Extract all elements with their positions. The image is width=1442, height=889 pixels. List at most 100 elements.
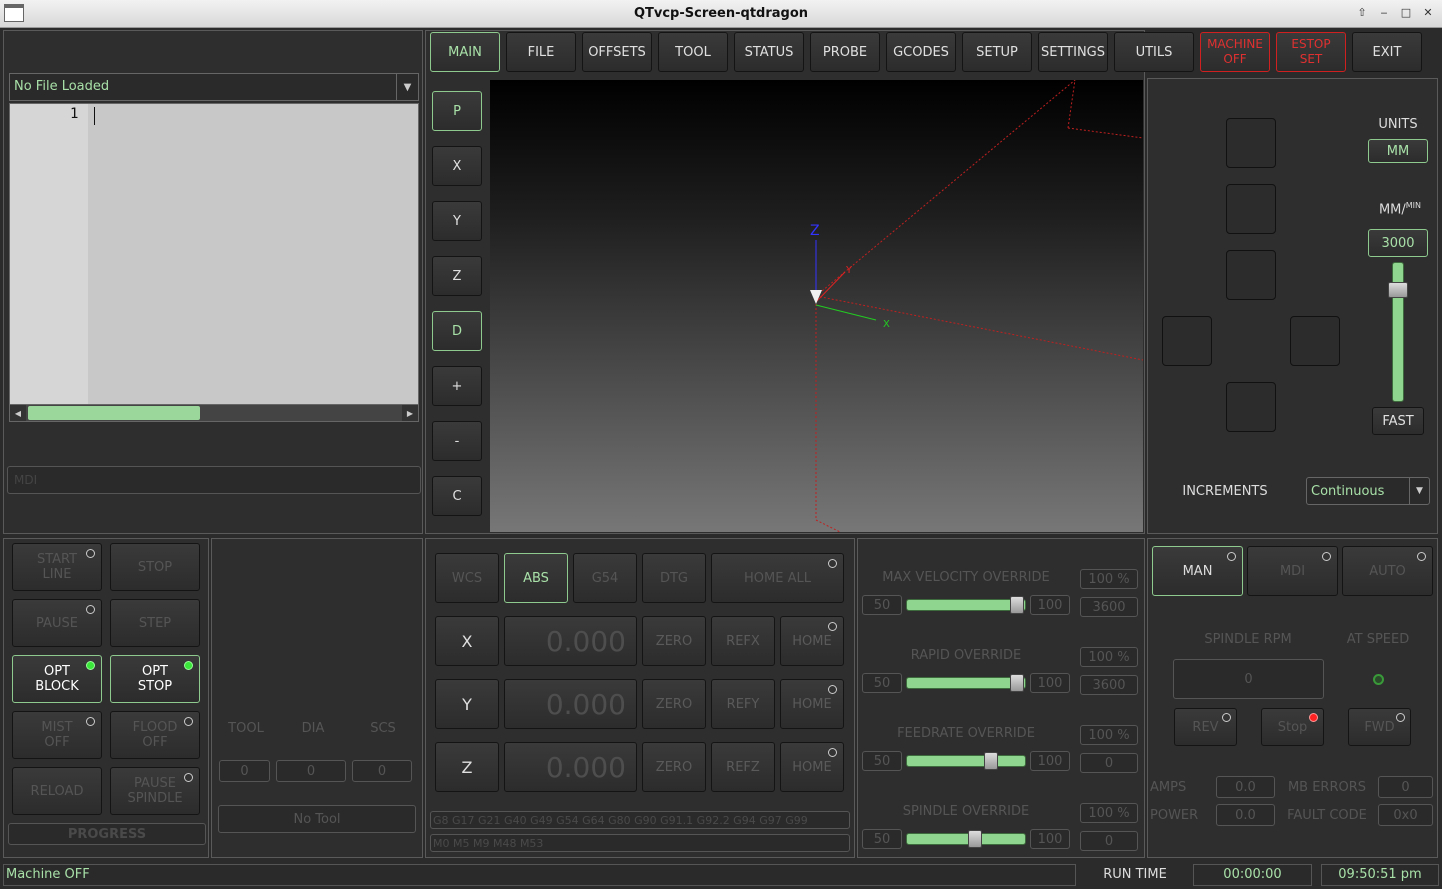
- axis-z-label: Z: [810, 223, 820, 239]
- step-button[interactable]: STEP: [110, 599, 200, 647]
- zero-y-button[interactable]: ZERO: [642, 679, 706, 729]
- jog-z-minus-button[interactable]: [1226, 250, 1276, 300]
- tab-gcodes[interactable]: GCODES: [886, 32, 956, 72]
- pause-button[interactable]: PAUSE: [12, 599, 102, 647]
- units-toggle-button[interactable]: MM: [1368, 139, 1428, 163]
- refz-button[interactable]: REFZ: [711, 742, 775, 792]
- home-all-button[interactable]: HOME ALL: [711, 553, 844, 603]
- gcode-editor[interactable]: 1: [9, 103, 419, 405]
- refx-button[interactable]: REFX: [711, 616, 775, 666]
- power-label: POWER: [1150, 808, 1199, 823]
- fast-button[interactable]: FAST: [1372, 407, 1424, 435]
- reload-button[interactable]: RELOAD: [12, 767, 102, 815]
- tab-offsets[interactable]: OFFSETS: [582, 32, 652, 72]
- file-selector[interactable]: No File Loaded ▼: [9, 73, 419, 101]
- spindle-stop-button[interactable]: Stop: [1261, 708, 1324, 746]
- home-z-button[interactable]: HOME: [780, 742, 844, 792]
- view-d-button[interactable]: D: [432, 311, 482, 351]
- fault-code-label: FAULT CODE: [1287, 808, 1367, 823]
- tab-probe[interactable]: PROBE: [810, 32, 880, 72]
- override-slider[interactable]: [906, 755, 1026, 767]
- g54-button[interactable]: G54: [573, 553, 637, 603]
- mode-auto-label: AUTO: [1369, 563, 1406, 579]
- jog-x-plus-button[interactable]: [1290, 316, 1340, 366]
- tab-settings[interactable]: SETTINGS: [1038, 32, 1108, 72]
- dropdown-arrow-icon[interactable]: ▼: [396, 74, 418, 100]
- override-slider[interactable]: [906, 599, 1026, 611]
- axis-y-select-button[interactable]: Y: [435, 679, 499, 729]
- tab-main[interactable]: MAIN: [430, 32, 500, 72]
- exit-button[interactable]: EXIT: [1352, 32, 1422, 72]
- pause-spindle-indicator: [184, 773, 193, 782]
- axis-z-select-button[interactable]: Z: [435, 742, 499, 792]
- wcs-button[interactable]: WCS: [435, 553, 499, 603]
- zero-x-button[interactable]: ZERO: [642, 616, 706, 666]
- axis-x-select-button[interactable]: X: [435, 616, 499, 666]
- spindle-rev-button[interactable]: REV: [1174, 708, 1237, 746]
- mode-mdi-button[interactable]: MDI: [1247, 546, 1338, 596]
- jog-y-plus-button[interactable]: [1226, 184, 1276, 234]
- spindle-fwd-button[interactable]: FWD: [1348, 708, 1411, 746]
- override-slider[interactable]: [906, 677, 1026, 689]
- home-y-button[interactable]: HOME: [780, 679, 844, 729]
- clear-view-button[interactable]: C: [432, 476, 482, 516]
- mdi-input[interactable]: MDI: [7, 466, 421, 494]
- mode-auto-button[interactable]: AUTO: [1342, 546, 1433, 596]
- close-icon[interactable]: ✕: [1418, 4, 1438, 22]
- tab-file[interactable]: FILE: [506, 32, 576, 72]
- mist-button[interactable]: MIST OFF: [12, 711, 102, 759]
- pause-spindle-button[interactable]: PAUSE SPINDLE: [110, 767, 200, 815]
- jog-y-minus-button[interactable]: [1226, 382, 1276, 432]
- override-max: 100: [1030, 829, 1070, 849]
- override-slider-handle[interactable]: [1010, 674, 1024, 692]
- increments-select[interactable]: Continuous ▼: [1306, 477, 1430, 505]
- view-y-button[interactable]: Y: [432, 201, 482, 241]
- jog-x-minus-button[interactable]: [1162, 316, 1212, 366]
- at-speed-label: AT SPEED: [1346, 632, 1410, 647]
- view-p-button[interactable]: P: [432, 91, 482, 131]
- keep-above-icon[interactable]: ⇧: [1352, 4, 1372, 22]
- flood-button[interactable]: FLOOD OFF: [110, 711, 200, 759]
- stop-button[interactable]: STOP: [110, 543, 200, 591]
- jog-rate-slider-handle[interactable]: [1388, 282, 1408, 298]
- horizontal-scrollbar[interactable]: ◀ ▶: [9, 404, 419, 422]
- tab-tool[interactable]: TOOL: [658, 32, 728, 72]
- override-slider-handle[interactable]: [968, 830, 982, 848]
- view-x-button[interactable]: X: [432, 146, 482, 186]
- dtg-button[interactable]: DTG: [642, 553, 706, 603]
- mode-man-button[interactable]: MAN: [1152, 546, 1243, 596]
- tab-setup[interactable]: SETUP: [962, 32, 1032, 72]
- machine-power-button[interactable]: MACHINE OFF: [1200, 32, 1270, 72]
- view-z-button[interactable]: Z: [432, 256, 482, 296]
- opt-stop-button[interactable]: OPT STOP: [110, 655, 200, 703]
- override-slider-handle[interactable]: [1010, 596, 1024, 614]
- jog-z-plus-button[interactable]: [1226, 118, 1276, 168]
- start-line-button[interactable]: START LINE: [12, 543, 102, 591]
- zoom-in-button[interactable]: +: [432, 366, 482, 406]
- abs-button[interactable]: ABS: [504, 553, 568, 603]
- home-x-label: HOME: [792, 633, 832, 649]
- zero-z-button[interactable]: ZERO: [642, 742, 706, 792]
- opt-block-label1: OPT: [43, 664, 70, 679]
- gcode-preview-canvas[interactable]: Z Y X: [490, 80, 1143, 532]
- home-x-button[interactable]: HOME: [780, 616, 844, 666]
- tab-status[interactable]: STATUS: [734, 32, 804, 72]
- scroll-left-icon[interactable]: ◀: [10, 405, 26, 421]
- override-label: RAPID OVERRIDE: [910, 648, 1022, 663]
- zoom-out-button[interactable]: -: [432, 421, 482, 461]
- override-min: 50: [862, 829, 902, 849]
- scroll-thumb[interactable]: [28, 406, 200, 420]
- file-panel: No File Loaded ▼ 1 ◀ ▶ MDI: [3, 30, 423, 534]
- dropdown-arrow-icon[interactable]: ▼: [1409, 478, 1429, 504]
- tab-utils[interactable]: UTILS: [1114, 32, 1194, 72]
- spindle-stop-label: Stop: [1277, 719, 1308, 735]
- minimize-icon[interactable]: ‒: [1374, 4, 1394, 22]
- override-slider-handle[interactable]: [984, 752, 998, 770]
- scroll-right-icon[interactable]: ▶: [402, 405, 418, 421]
- maximize-icon[interactable]: □: [1396, 4, 1416, 22]
- override-slider[interactable]: [906, 833, 1026, 845]
- pause-spindle-label1: PAUSE: [134, 776, 176, 791]
- opt-block-button[interactable]: OPT BLOCK: [12, 655, 102, 703]
- estop-button[interactable]: ESTOP SET: [1276, 32, 1346, 72]
- refy-button[interactable]: REFY: [711, 679, 775, 729]
